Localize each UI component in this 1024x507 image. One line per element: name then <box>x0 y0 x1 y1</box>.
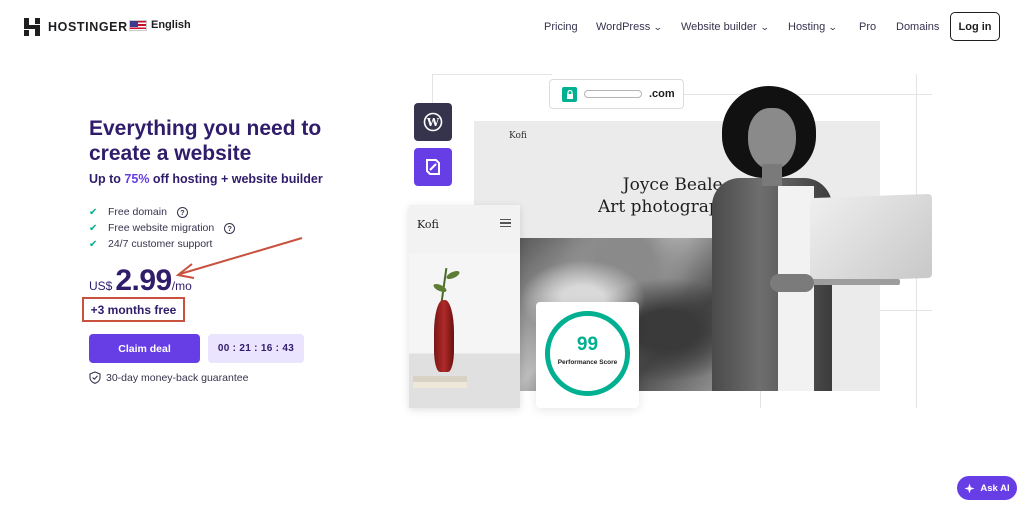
nav-item-website-builder[interactable]: Website builder ⌄ <box>681 21 770 33</box>
countdown-timer: 00 : 21 : 16 : 43 <box>208 334 304 363</box>
headline-line: Art photograph <box>598 197 728 217</box>
nav-item-wordpress[interactable]: WordPress ⌄ <box>596 21 663 33</box>
money-back-guarantee: 30-day money-back guarantee <box>89 371 248 384</box>
laptop-image <box>810 193 932 283</box>
hostinger-logo-icon <box>24 18 40 36</box>
grid-line <box>760 391 761 408</box>
promo-badge: +3 months free <box>82 297 185 322</box>
url-placeholder <box>584 90 642 98</box>
help-icon[interactable]: ? <box>176 206 188 218</box>
discount-percent: 75% <box>124 172 150 186</box>
nav-item-hosting[interactable]: Hosting ⌄ <box>788 21 838 33</box>
laptop-base <box>800 279 900 285</box>
login-button[interactable]: Log in <box>950 12 1000 41</box>
price-currency: US$ <box>89 279 113 293</box>
grid-line <box>684 94 932 95</box>
ask-ai-label: Ask AI <box>980 482 1010 494</box>
hostinger-logo[interactable]: HOSTINGER <box>24 18 128 36</box>
site-brand-text: Kofi <box>509 131 527 141</box>
person-neck <box>762 164 782 186</box>
nav-item-domains[interactable]: Domains <box>896 21 939 33</box>
vase-image <box>434 300 454 372</box>
grid-line <box>432 74 552 75</box>
shield-check-icon <box>89 371 101 384</box>
check-icon: ✔ <box>89 222 98 234</box>
nav-label: Website builder <box>681 21 757 33</box>
nav-label: Hosting <box>788 21 826 33</box>
nav-label: Pricing <box>544 21 578 33</box>
person-hand <box>770 274 814 292</box>
price-amount: 2.99 <box>115 264 172 297</box>
site-headline: Joyce Beale, Art photograph <box>598 174 728 218</box>
ask-ai-button[interactable]: Ask AI <box>957 476 1017 500</box>
hero-subtitle: Up to 75% off hosting + website builder <box>89 172 323 186</box>
language-label: English <box>151 19 191 31</box>
claim-deal-button[interactable]: Claim deal <box>89 334 200 363</box>
nav-label: WordPress <box>596 21 651 33</box>
chevron-down-icon: ⌄ <box>759 21 770 32</box>
subtitle-prefix: Up to <box>89 172 125 186</box>
lock-icon <box>562 86 577 102</box>
performance-score-label: Performance Score <box>557 359 618 366</box>
chevron-down-icon: ⌄ <box>653 21 663 32</box>
nav-item-pricing[interactable]: Pricing <box>544 21 578 33</box>
mobile-brand-text: Kofi <box>417 218 439 231</box>
subtitle-suffix: off hosting + website builder <box>149 172 323 186</box>
person-face <box>748 108 796 170</box>
feature-item-free-domain: ✔ Free domain ? <box>89 204 235 220</box>
hero-title: Everything you need to create a website <box>89 117 322 165</box>
nav-item-pro[interactable]: Pro <box>859 21 876 33</box>
hamburger-menu-icon <box>500 219 511 227</box>
check-icon: ✔ <box>89 238 98 250</box>
performance-score-value: 99 <box>576 334 599 355</box>
chevron-down-icon: ⌄ <box>828 21 838 32</box>
nav-label: Pro <box>859 21 877 33</box>
headline-line: Joyce Beale, <box>622 175 728 195</box>
annotation-arrow <box>175 237 303 279</box>
url-domain-suffix: .com <box>649 88 675 100</box>
site-header: HOSTINGER English Pricing WordPress ⌄ We… <box>0 0 1024 54</box>
browser-url-bar: .com <box>549 79 684 109</box>
guarantee-label: 30-day money-back guarantee <box>106 371 249 384</box>
us-flag-icon <box>129 19 147 31</box>
wordpress-icon: W <box>414 103 452 141</box>
check-icon: ✔ <box>89 206 98 218</box>
language-selector[interactable]: English <box>129 19 191 31</box>
books-image <box>413 376 467 388</box>
grid-line <box>432 74 433 104</box>
nav-label: Domains <box>896 21 940 33</box>
logo-text: HOSTINGER <box>48 20 128 34</box>
svg-text:W: W <box>426 116 440 129</box>
feature-label: Free domain <box>108 206 167 218</box>
website-builder-icon <box>414 148 452 186</box>
sparkle-icon <box>964 483 975 493</box>
grid-line <box>880 310 932 311</box>
